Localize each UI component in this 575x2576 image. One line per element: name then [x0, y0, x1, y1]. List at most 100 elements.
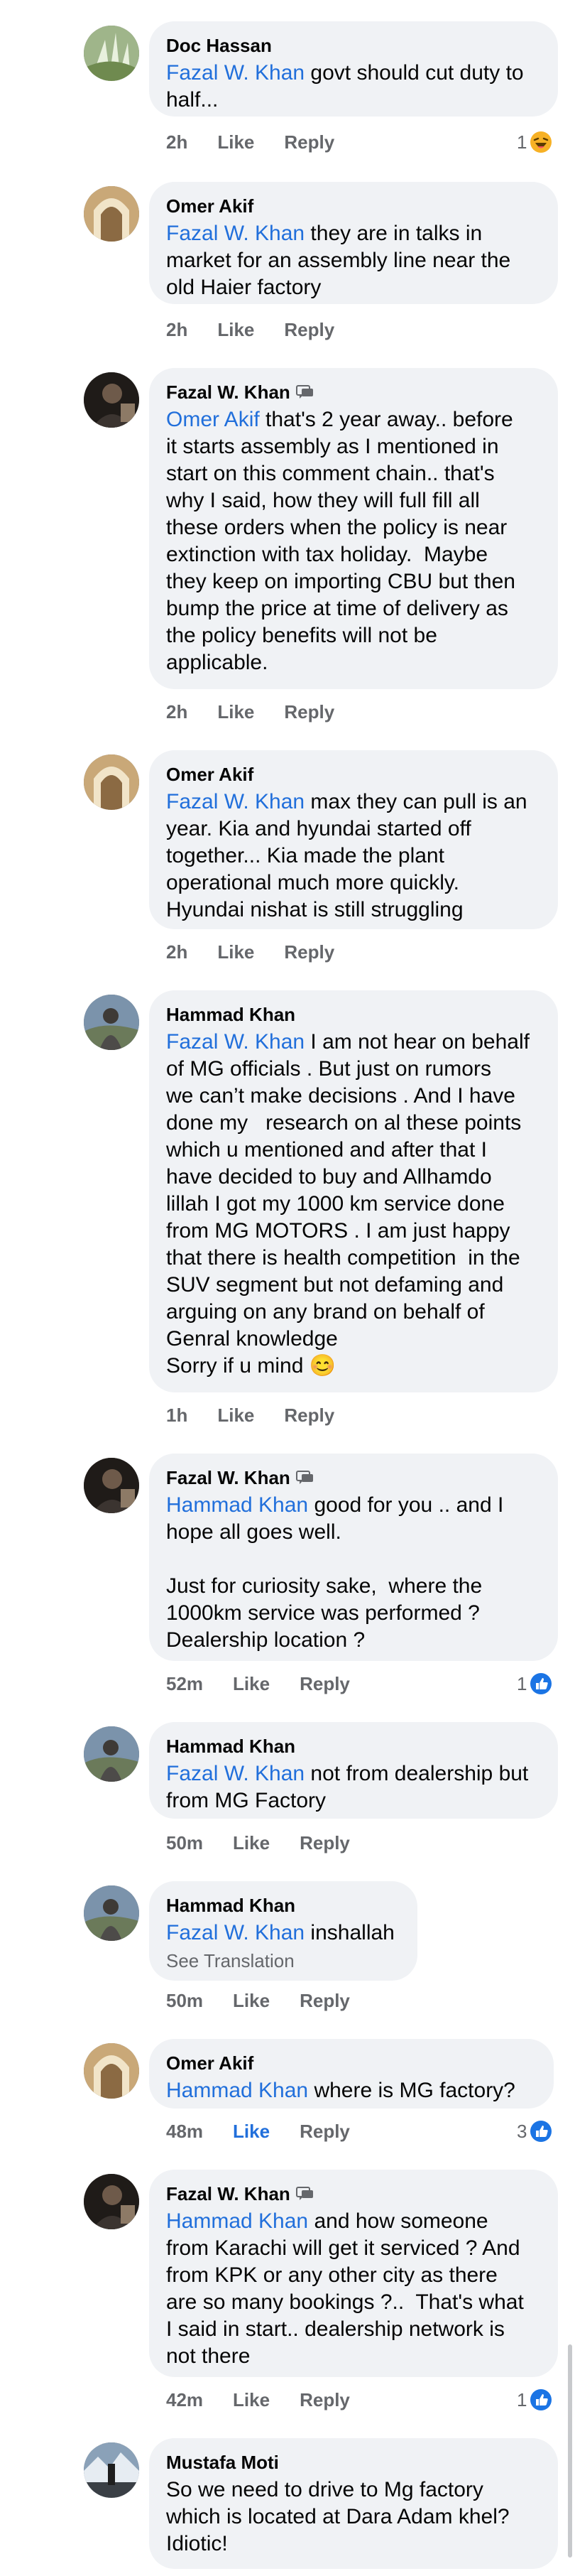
avatar[interactable]: [84, 2043, 139, 2099]
like-button[interactable]: Like: [217, 941, 254, 963]
comment-text: Hammad Khan and how someone from Karachi…: [166, 2209, 524, 2368]
comment-actions: 2h Like Reply: [166, 131, 334, 153]
reply-button[interactable]: Reply: [284, 131, 334, 153]
like-button[interactable]: Like: [217, 131, 254, 153]
mention-link[interactable]: Fazal W. Khan: [166, 1762, 305, 1785]
comment-text: Fazal W. Khan max they can pull is an ye…: [166, 790, 527, 921]
comment-time[interactable]: 50m: [166, 1831, 203, 1854]
comment-bubble: Omer Akif Fazal W. Khan they are in talk…: [149, 182, 558, 304]
avatar[interactable]: [84, 1885, 139, 1941]
comment-time[interactable]: 2h: [166, 941, 187, 963]
comment-author[interactable]: Omer Akif: [166, 2052, 537, 2074]
comment-time[interactable]: 2h: [166, 318, 187, 341]
avatar[interactable]: [84, 754, 139, 810]
comment-author[interactable]: Fazal W. Khan: [166, 381, 541, 404]
mention-link[interactable]: Fazal W. Khan: [166, 61, 305, 85]
author-badge-icon: [295, 385, 313, 399]
comment-time[interactable]: 2h: [166, 131, 187, 153]
reaction-number: 1: [517, 131, 527, 153]
comment-author[interactable]: Omer Akif: [166, 195, 541, 217]
reply-button[interactable]: Reply: [284, 1404, 334, 1427]
comment-text: Omer Akif that's 2 year away.. before it…: [166, 408, 515, 674]
avatar[interactable]: [84, 372, 139, 428]
comment-time[interactable]: 2h: [166, 700, 187, 723]
like-button[interactable]: Like: [233, 2388, 270, 2411]
comment-author[interactable]: Hammad Khan: [166, 1894, 400, 1917]
haha-icon: [530, 131, 552, 153]
like-icon: [530, 2389, 552, 2410]
reply-button[interactable]: Reply: [284, 941, 334, 963]
mention-link[interactable]: Fazal W. Khan: [166, 790, 305, 813]
comment-actions: 1h Like Reply: [166, 1404, 334, 1427]
like-button[interactable]: Like: [233, 1831, 270, 1854]
comment-actions: 2h Like Reply: [166, 318, 334, 341]
comment-time[interactable]: 50m: [166, 1989, 203, 2012]
avatar[interactable]: [84, 1726, 139, 1782]
mention-link[interactable]: Hammad Khan: [166, 2079, 308, 2102]
comment-author[interactable]: Doc Hassan: [166, 34, 541, 57]
mention-link[interactable]: Fazal W. Khan: [166, 1921, 305, 1944]
comment-author[interactable]: Fazal W. Khan: [166, 1466, 541, 1489]
comment-bubble: Hammad Khan Fazal W. Khan I am not hear …: [149, 990, 558, 1392]
comment-actions: 48m Like Reply: [166, 2120, 350, 2143]
reply-button[interactable]: Reply: [300, 1672, 350, 1695]
comment-bubble: Omer Akif Hammad Khan where is MG factor…: [149, 2039, 554, 2109]
comment-author[interactable]: Mustafa Moti: [166, 2451, 541, 2474]
comment-actions: 50m Like Reply: [166, 1831, 350, 1854]
avatar[interactable]: [84, 1458, 139, 1513]
author-badge-icon: [295, 2187, 313, 2200]
comment-bubble: Mustafa Moti So we need to drive to Mg f…: [149, 2438, 558, 2569]
comment-time[interactable]: 42m: [166, 2388, 203, 2411]
like-button[interactable]: Like: [233, 2120, 270, 2143]
reaction-count[interactable]: 1: [517, 131, 552, 153]
comment-bubble: Fazal W. Khan Hammad Khan and how someon…: [149, 2170, 558, 2377]
author-badge-icon: [295, 1471, 313, 1484]
like-button[interactable]: Like: [217, 1404, 254, 1427]
comment-text: So we need to drive to Mg factory which …: [166, 2478, 510, 2555]
comment-time[interactable]: 48m: [166, 2120, 203, 2143]
reaction-number: 1: [517, 1673, 527, 1694]
avatar[interactable]: [84, 186, 139, 242]
like-button[interactable]: Like: [233, 1989, 270, 2012]
reaction-count[interactable]: 3: [517, 2120, 552, 2143]
comment-time[interactable]: 1h: [166, 1404, 187, 1427]
reaction-count[interactable]: 1: [517, 1672, 552, 1695]
like-button[interactable]: Like: [217, 700, 254, 723]
comment-time[interactable]: 52m: [166, 1672, 203, 1695]
reaction-number: 1: [517, 2389, 527, 2410]
mention-link[interactable]: Omer Akif: [166, 408, 260, 431]
comment-text: Hammad Khan good for you .. and I hope a…: [166, 1493, 504, 1652]
comment-bubble: Omer Akif Fazal W. Khan max they can pul…: [149, 750, 558, 929]
reaction-number: 3: [517, 2121, 527, 2142]
reply-button[interactable]: Reply: [300, 2120, 350, 2143]
comment-author[interactable]: Hammad Khan: [166, 1003, 541, 1026]
avatar[interactable]: [84, 995, 139, 1050]
avatar[interactable]: [84, 2174, 139, 2229]
reply-button[interactable]: Reply: [300, 2388, 350, 2411]
like-icon: [530, 2121, 552, 2142]
reply-button[interactable]: Reply: [284, 318, 334, 341]
comment-bubble: Fazal W. Khan Omer Akif that's 2 year aw…: [149, 368, 558, 689]
comment-bubble: Hammad Khan Fazal W. Khan not from deale…: [149, 1722, 558, 1819]
comment-text: Fazal W. Khan inshallah: [166, 1921, 395, 1944]
mention-link[interactable]: Hammad Khan: [166, 1493, 308, 1517]
avatar[interactable]: [84, 2442, 139, 2498]
reply-button[interactable]: Reply: [284, 700, 334, 723]
like-button[interactable]: Like: [233, 1672, 270, 1695]
mention-link[interactable]: Hammad Khan: [166, 2209, 308, 2233]
mention-link[interactable]: Fazal W. Khan: [166, 1030, 305, 1054]
reply-button[interactable]: Reply: [300, 1831, 350, 1854]
reply-button[interactable]: Reply: [300, 1989, 350, 2012]
comment-actions: 42m Like Reply: [166, 2388, 350, 2411]
comment-bubble: Doc Hassan Fazal W. Khan govt should cut…: [149, 21, 558, 117]
comment-text: Hammad Khan where is MG factory?: [166, 2079, 515, 2102]
like-button[interactable]: Like: [217, 318, 254, 341]
reaction-count[interactable]: 1: [517, 2388, 552, 2411]
see-translation-link[interactable]: See Translation: [166, 1949, 400, 1972]
comment-author[interactable]: Fazal W. Khan: [166, 2182, 541, 2205]
scrollbar[interactable]: [568, 2344, 572, 2558]
avatar[interactable]: [84, 26, 139, 81]
comment-author[interactable]: Omer Akif: [166, 763, 541, 786]
mention-link[interactable]: Fazal W. Khan: [166, 222, 305, 245]
comment-author[interactable]: Hammad Khan: [166, 1735, 541, 1758]
